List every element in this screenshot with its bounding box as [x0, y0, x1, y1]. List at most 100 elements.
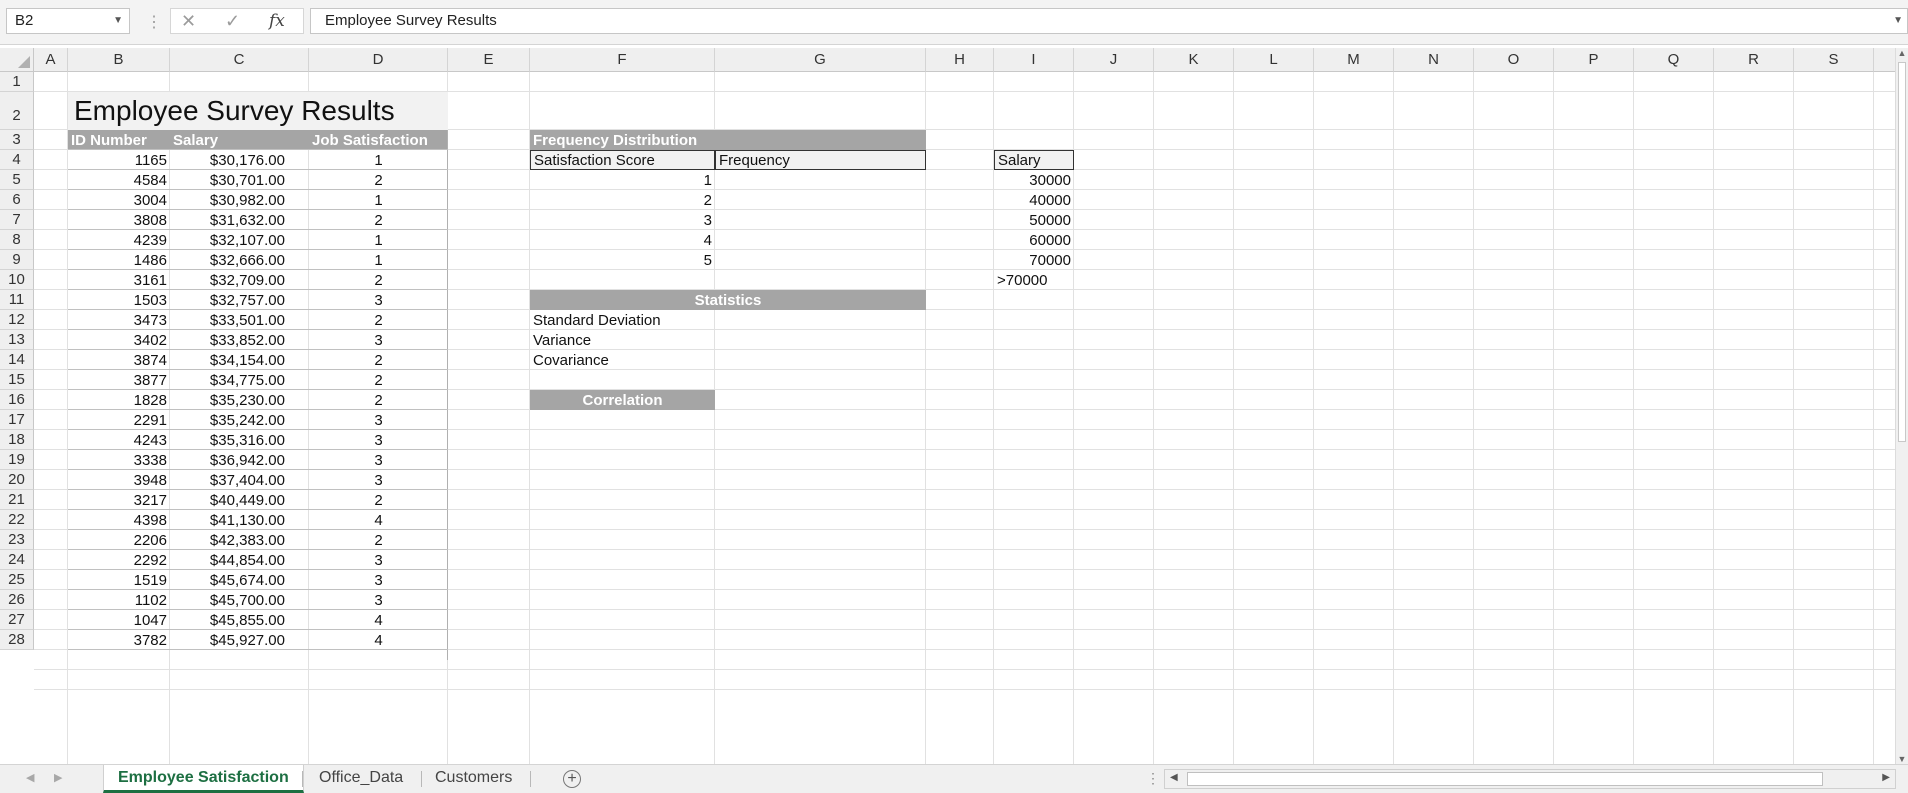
- job-satisfaction-cell[interactable]: 2: [309, 310, 448, 330]
- id-number-cell[interactable]: 3473: [68, 310, 170, 330]
- satisfaction-score-cell[interactable]: 1: [530, 170, 715, 190]
- salary-cell[interactable]: $33,852.00: [170, 330, 309, 350]
- scroll-down-icon[interactable]: ▼: [1896, 754, 1908, 764]
- salary-cell[interactable]: $32,666.00: [170, 250, 309, 270]
- table-header-cell[interactable]: ID Number: [68, 130, 170, 150]
- row-header-2[interactable]: 2: [0, 92, 34, 130]
- row-header-6[interactable]: 6: [0, 190, 34, 210]
- column-header-b[interactable]: B: [68, 48, 170, 72]
- salary-cell[interactable]: $45,700.00: [170, 590, 309, 610]
- scroll-left-icon[interactable]: ◀: [1170, 772, 1178, 783]
- id-number-cell[interactable]: 1828: [68, 390, 170, 410]
- spreadsheet-grid[interactable]: A B C D E F G H I J K L M N O P Q R S 1 2 3 4 5 6 7 8 9 10 11 12 13 14 15…: [0, 48, 1895, 764]
- job-satisfaction-cell[interactable]: 2: [309, 390, 448, 410]
- id-number-cell[interactable]: 3948: [68, 470, 170, 490]
- column-header-a[interactable]: A: [34, 48, 68, 72]
- function-icon[interactable]: fx: [269, 11, 285, 31]
- more-options-icon[interactable]: ⋮: [146, 12, 162, 32]
- job-satisfaction-cell[interactable]: 2: [309, 370, 448, 390]
- row-header-19[interactable]: 19: [0, 450, 34, 470]
- row-header-28[interactable]: 28: [0, 630, 34, 650]
- formula-input[interactable]: Employee Survey Results ▼: [310, 8, 1908, 34]
- add-sheet-icon[interactable]: +: [563, 770, 581, 788]
- id-number-cell[interactable]: 3877: [68, 370, 170, 390]
- salary-bin-cell[interactable]: 70000: [994, 250, 1074, 270]
- salary-cell[interactable]: $42,383.00: [170, 530, 309, 550]
- tab-scroll-left-icon[interactable]: ◀: [26, 771, 34, 784]
- salary-cell[interactable]: $45,927.00: [170, 630, 309, 650]
- job-satisfaction-cell[interactable]: 3: [309, 450, 448, 470]
- row-header-7[interactable]: 7: [0, 210, 34, 230]
- salary-bin-cell[interactable]: >70000: [994, 270, 1074, 290]
- job-satisfaction-cell[interactable]: 1: [309, 230, 448, 250]
- table-header-cell[interactable]: Salary: [170, 130, 309, 150]
- tab-office-data[interactable]: Office_Data: [305, 765, 417, 793]
- salary-cell[interactable]: $30,176.00: [170, 150, 309, 170]
- id-number-cell[interactable]: 3004: [68, 190, 170, 210]
- column-header-r[interactable]: R: [1714, 48, 1794, 72]
- salary-cell[interactable]: $32,709.00: [170, 270, 309, 290]
- column-header-s[interactable]: S: [1794, 48, 1874, 72]
- vertical-scroll-thumb[interactable]: [1898, 62, 1906, 442]
- row-header-20[interactable]: 20: [0, 470, 34, 490]
- id-number-cell[interactable]: 3338: [68, 450, 170, 470]
- row-header-23[interactable]: 23: [0, 530, 34, 550]
- job-satisfaction-cell[interactable]: 1: [309, 250, 448, 270]
- salary-cell[interactable]: $31,632.00: [170, 210, 309, 230]
- job-satisfaction-cell[interactable]: 4: [309, 610, 448, 630]
- scroll-up-icon[interactable]: ▲: [1896, 48, 1908, 58]
- row-header-8[interactable]: 8: [0, 230, 34, 250]
- frequency-distribution-header[interactable]: Frequency Distribution: [530, 130, 926, 150]
- id-number-cell[interactable]: 2206: [68, 530, 170, 550]
- job-satisfaction-cell[interactable]: 3: [309, 410, 448, 430]
- satisfaction-score-cell[interactable]: 5: [530, 250, 715, 270]
- satisfaction-score-cell[interactable]: 3: [530, 210, 715, 230]
- salary-cell[interactable]: $41,130.00: [170, 510, 309, 530]
- salary-bin-cell[interactable]: 60000: [994, 230, 1074, 250]
- job-satisfaction-cell[interactable]: 2: [309, 530, 448, 550]
- more-options-icon[interactable]: ⋮: [1146, 770, 1160, 787]
- job-satisfaction-cell[interactable]: 3: [309, 290, 448, 310]
- close-icon[interactable]: ✕: [181, 11, 196, 32]
- salary-cell[interactable]: $34,154.00: [170, 350, 309, 370]
- row-header-9[interactable]: 9: [0, 250, 34, 270]
- check-icon[interactable]: ✓: [225, 11, 240, 32]
- row-header-10[interactable]: 10: [0, 270, 34, 290]
- id-number-cell[interactable]: 3782: [68, 630, 170, 650]
- row-header-26[interactable]: 26: [0, 590, 34, 610]
- statistics-label[interactable]: Variance: [530, 330, 715, 350]
- column-header-c[interactable]: C: [170, 48, 309, 72]
- id-number-cell[interactable]: 4243: [68, 430, 170, 450]
- select-all-corner[interactable]: [0, 48, 34, 72]
- row-header-22[interactable]: 22: [0, 510, 34, 530]
- tab-employee-satisfaction[interactable]: Employee Satisfaction: [103, 765, 304, 793]
- salary-bin-cell[interactable]: 40000: [994, 190, 1074, 210]
- salary-cell[interactable]: $45,855.00: [170, 610, 309, 630]
- salary-cell[interactable]: $36,942.00: [170, 450, 309, 470]
- id-number-cell[interactable]: 2291: [68, 410, 170, 430]
- id-number-cell[interactable]: 3874: [68, 350, 170, 370]
- id-number-cell[interactable]: 1102: [68, 590, 170, 610]
- id-number-cell[interactable]: 1503: [68, 290, 170, 310]
- sheet-title[interactable]: Employee Survey Results: [68, 92, 448, 130]
- salary-cell[interactable]: $44,854.00: [170, 550, 309, 570]
- job-satisfaction-cell[interactable]: 2: [309, 490, 448, 510]
- salary-bin-header[interactable]: Salary: [994, 150, 1074, 170]
- id-number-cell[interactable]: 3402: [68, 330, 170, 350]
- row-header-18[interactable]: 18: [0, 430, 34, 450]
- row-header-5[interactable]: 5: [0, 170, 34, 190]
- chevron-down-icon[interactable]: ▼: [1893, 9, 1903, 33]
- column-header-f[interactable]: F: [530, 48, 715, 72]
- job-satisfaction-cell[interactable]: 2: [309, 210, 448, 230]
- id-number-cell[interactable]: 1047: [68, 610, 170, 630]
- salary-cell[interactable]: $34,775.00: [170, 370, 309, 390]
- vertical-scrollbar[interactable]: ▲ ▼: [1895, 48, 1908, 764]
- frequency-header[interactable]: Frequency: [715, 150, 926, 170]
- column-header-d[interactable]: D: [309, 48, 448, 72]
- horizontal-scrollbar[interactable]: ◀ ▶: [1164, 769, 1896, 789]
- job-satisfaction-cell[interactable]: 2: [309, 170, 448, 190]
- column-header-j[interactable]: J: [1074, 48, 1154, 72]
- job-satisfaction-cell[interactable]: 3: [309, 430, 448, 450]
- id-number-cell[interactable]: 2292: [68, 550, 170, 570]
- column-header-l[interactable]: L: [1234, 48, 1314, 72]
